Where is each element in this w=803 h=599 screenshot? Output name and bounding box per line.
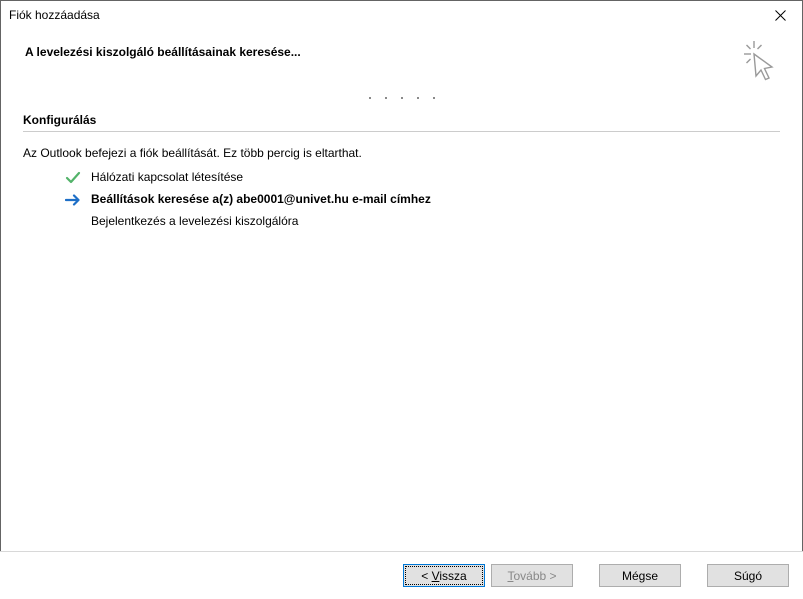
next-button: Tovább > bbox=[491, 564, 573, 587]
spacer bbox=[579, 564, 593, 587]
header-area: A levelezési kiszolgáló beállításainak k… bbox=[1, 29, 802, 95]
info-text: Az Outlook befejezi a fiók beállítását. … bbox=[23, 146, 780, 160]
checkmark-icon bbox=[65, 170, 81, 186]
arrow-right-icon bbox=[65, 192, 81, 208]
dots-separator bbox=[1, 95, 802, 105]
close-button[interactable] bbox=[758, 1, 802, 29]
step-text-3: Bejelentkezés a levelezési kiszolgálóra bbox=[91, 214, 298, 228]
steps-list: Hálózati kapcsolat létesítése Beállításo… bbox=[23, 170, 780, 230]
page-title: A levelezési kiszolgáló beállításainak k… bbox=[25, 39, 301, 59]
empty-icon bbox=[65, 214, 81, 230]
help-button[interactable]: Súgó bbox=[707, 564, 789, 587]
step-text-1: Hálózati kapcsolat létesítése bbox=[91, 170, 243, 184]
step-row-3: Bejelentkezés a levelezési kiszolgálóra bbox=[65, 214, 780, 230]
step-row-1: Hálózati kapcsolat létesítése bbox=[65, 170, 780, 186]
titlebar: Fiók hozzáadása bbox=[1, 1, 802, 29]
window-title: Fiók hozzáadása bbox=[9, 8, 100, 22]
back-button[interactable]: < Vissza bbox=[403, 564, 485, 587]
cursor-icon bbox=[742, 39, 778, 85]
footer-buttons: < Vissza Tovább > Mégse Súgó bbox=[0, 551, 803, 599]
section-divider bbox=[23, 131, 780, 132]
spacer bbox=[687, 564, 701, 587]
section-title: Konfigurálás bbox=[23, 113, 780, 131]
close-icon bbox=[775, 10, 786, 21]
step-row-2: Beállítások keresése a(z) abe0001@univet… bbox=[65, 192, 780, 208]
content-area: Konfigurálás Az Outlook befejezi a fiók … bbox=[1, 105, 802, 230]
step-text-2: Beállítások keresése a(z) abe0001@univet… bbox=[91, 192, 431, 206]
cancel-button[interactable]: Mégse bbox=[599, 564, 681, 587]
